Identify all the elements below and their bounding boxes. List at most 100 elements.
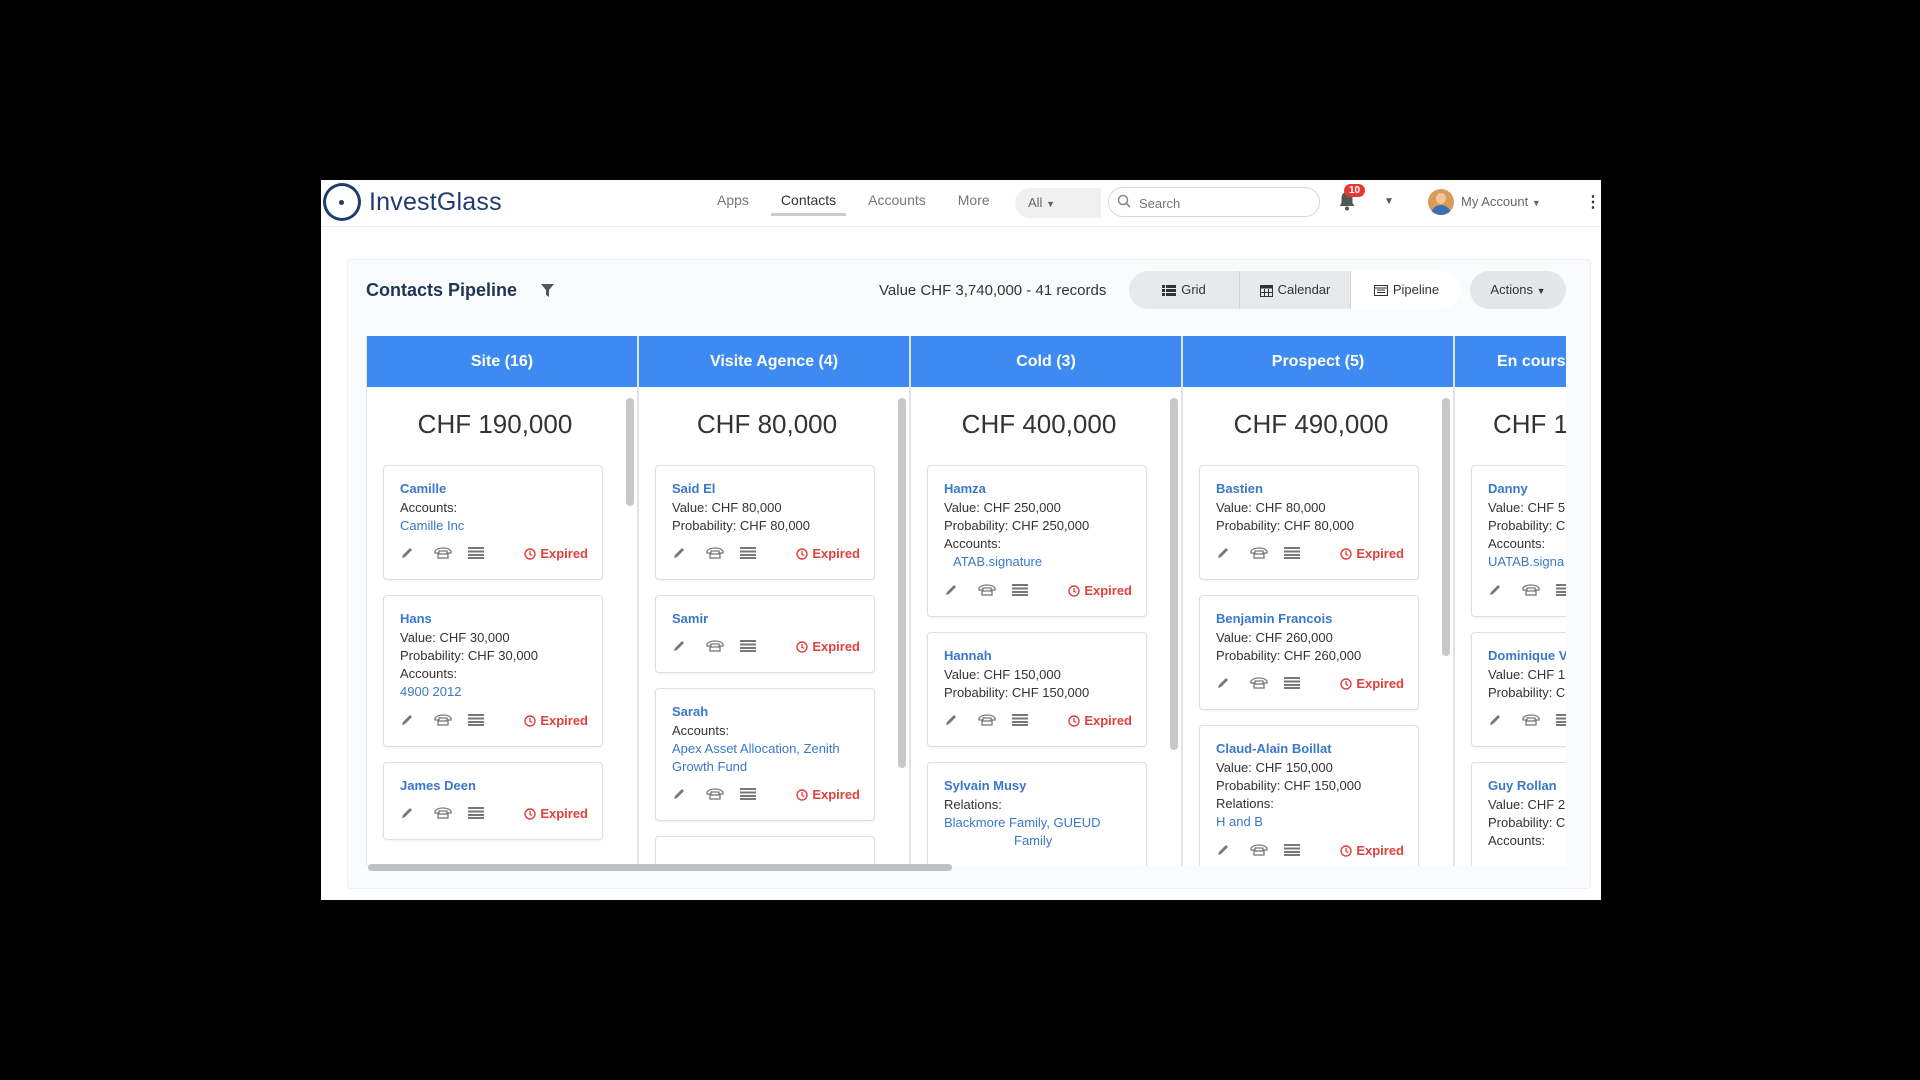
nav-accounts[interactable]: Accounts: [858, 180, 936, 226]
details-icon[interactable]: [1284, 546, 1302, 562]
account-link[interactable]: 4900 2012: [400, 684, 461, 699]
contact-card[interactable]: Claud-Alain Boillat Value: CHF 150,000 P…: [1199, 725, 1419, 866]
details-icon[interactable]: [468, 713, 486, 729]
phone-icon[interactable]: [1250, 546, 1268, 562]
contact-name[interactable]: Hamza: [944, 481, 986, 496]
edit-icon[interactable]: [944, 713, 962, 729]
contact-name[interactable]: Sylvain Musy: [944, 778, 1026, 793]
phone-icon[interactable]: [1522, 713, 1540, 729]
edit-icon[interactable]: [1216, 676, 1234, 692]
column-header[interactable]: Visite Agence (4): [639, 336, 909, 387]
contact-card[interactable]: Hannah Value: CHF 150,000 Probability: C…: [927, 632, 1147, 747]
phone-icon[interactable]: [1522, 583, 1540, 599]
contact-name[interactable]: Sarah: [672, 704, 708, 719]
calendar-view-button[interactable]: Calendar: [1240, 271, 1351, 309]
phone-icon[interactable]: [1250, 676, 1268, 692]
contact-name[interactable]: Guy Rollan: [1488, 778, 1557, 793]
column-scrollbar[interactable]: [1442, 398, 1450, 656]
phone-icon[interactable]: [434, 806, 452, 822]
column-header[interactable]: En cours: [1455, 336, 1566, 387]
phone-icon[interactable]: [978, 583, 996, 599]
account-link[interactable]: UATAB.signa: [1488, 554, 1564, 569]
column-header[interactable]: Site (16): [367, 336, 637, 387]
contact-card[interactable]: [655, 836, 875, 866]
edit-icon[interactable]: [1488, 713, 1506, 729]
edit-icon[interactable]: [1488, 583, 1506, 599]
edit-icon[interactable]: [1216, 843, 1234, 859]
details-icon[interactable]: [1556, 713, 1566, 729]
contact-card[interactable]: Bastien Value: CHF 80,000 Probability: C…: [1199, 465, 1419, 580]
details-icon[interactable]: [740, 546, 758, 562]
filter-icon[interactable]: [541, 284, 554, 298]
edit-icon[interactable]: [400, 806, 418, 822]
relation-link[interactable]: Blackmore Family, GUEUD: [944, 815, 1101, 830]
contact-name[interactable]: Danny: [1488, 481, 1528, 496]
contact-card[interactable]: Samir Expired: [655, 595, 875, 673]
phone-icon[interactable]: [706, 546, 724, 562]
edit-icon[interactable]: [672, 639, 690, 655]
column-scrollbar[interactable]: [626, 398, 634, 506]
contact-name[interactable]: Claud-Alain Boillat: [1216, 741, 1332, 756]
more-options-icon[interactable]: ⋮: [1585, 192, 1601, 212]
my-account-menu[interactable]: My Account ▼: [1461, 194, 1541, 209]
account-link[interactable]: Apex Asset Allocation, Zenith: [672, 741, 840, 756]
details-icon[interactable]: [1284, 843, 1302, 859]
contact-card[interactable]: Sarah Accounts: Apex Asset Allocation, Z…: [655, 688, 875, 821]
contact-card[interactable]: Camille Accounts: Camille Inc Expired: [383, 465, 603, 580]
details-icon[interactable]: [1012, 713, 1030, 729]
contact-name[interactable]: Bastien: [1216, 481, 1263, 496]
phone-icon[interactable]: [978, 713, 996, 729]
contact-name[interactable]: James Deen: [400, 778, 476, 793]
column-header[interactable]: Cold (3): [911, 336, 1181, 387]
actions-button[interactable]: Actions ▼: [1470, 271, 1566, 309]
details-icon[interactable]: [1556, 583, 1566, 599]
contact-name[interactable]: Dominique V: [1488, 648, 1566, 663]
brand-logo[interactable]: InvestGlass: [323, 182, 502, 222]
contact-name[interactable]: Benjamin Francois: [1216, 611, 1332, 626]
edit-icon[interactable]: [944, 583, 962, 599]
contact-card[interactable]: Guy Rollan Value: CHF 2 Probability: C A…: [1471, 762, 1566, 866]
contact-card[interactable]: Dominique V Value: CHF 1 Probability: C: [1471, 632, 1566, 747]
nav-apps[interactable]: Apps: [707, 180, 759, 226]
edit-icon[interactable]: [400, 713, 418, 729]
details-icon[interactable]: [1284, 676, 1302, 692]
phone-icon[interactable]: [706, 639, 724, 655]
contact-name[interactable]: Said El: [672, 481, 715, 496]
edit-icon[interactable]: [672, 546, 690, 562]
contact-card[interactable]: Danny Value: CHF 5 Probability: C Accoun…: [1471, 465, 1566, 617]
grid-view-button[interactable]: Grid: [1129, 271, 1240, 309]
phone-icon[interactable]: [434, 546, 452, 562]
account-link[interactable]: Growth Fund: [672, 759, 747, 774]
edit-icon[interactable]: [672, 787, 690, 803]
details-icon[interactable]: [740, 787, 758, 803]
avatar[interactable]: [1428, 189, 1454, 215]
chevron-down-icon[interactable]: ▼: [1384, 196, 1394, 207]
nav-contacts[interactable]: Contacts: [770, 180, 847, 226]
account-link[interactable]: ATAB.signature: [953, 554, 1042, 569]
relation-link[interactable]: H and B: [1216, 814, 1263, 829]
column-header[interactable]: Prospect (5): [1183, 336, 1453, 387]
details-icon[interactable]: [1012, 583, 1030, 599]
contact-card[interactable]: Hamza Value: CHF 250,000 Probability: CH…: [927, 465, 1147, 617]
contact-name[interactable]: Samir: [672, 611, 708, 626]
search-box[interactable]: [1108, 187, 1320, 217]
contact-card[interactable]: James Deen Expired: [383, 762, 603, 840]
contact-name[interactable]: Camille: [400, 481, 446, 496]
relation-link[interactable]: Family: [1014, 833, 1052, 848]
edit-icon[interactable]: [400, 546, 418, 562]
edit-icon[interactable]: [1216, 546, 1234, 562]
details-icon[interactable]: [468, 806, 486, 822]
contact-name[interactable]: Hans: [400, 611, 432, 626]
search-input[interactable]: [1137, 192, 1311, 214]
pipeline-view-button[interactable]: Pipeline: [1351, 271, 1462, 309]
phone-icon[interactable]: [1250, 843, 1268, 859]
contact-card[interactable]: Sylvain Musy Relations: Blackmore Family…: [927, 762, 1147, 866]
phone-icon[interactable]: [706, 787, 724, 803]
details-icon[interactable]: [740, 639, 758, 655]
column-scrollbar[interactable]: [1170, 398, 1178, 750]
account-link[interactable]: Camille Inc: [400, 518, 464, 533]
phone-icon[interactable]: [434, 713, 452, 729]
contact-name[interactable]: Hannah: [944, 648, 992, 663]
contact-card[interactable]: Said El Value: CHF 80,000 Probability: C…: [655, 465, 875, 580]
horizontal-scrollbar[interactable]: [368, 864, 952, 871]
